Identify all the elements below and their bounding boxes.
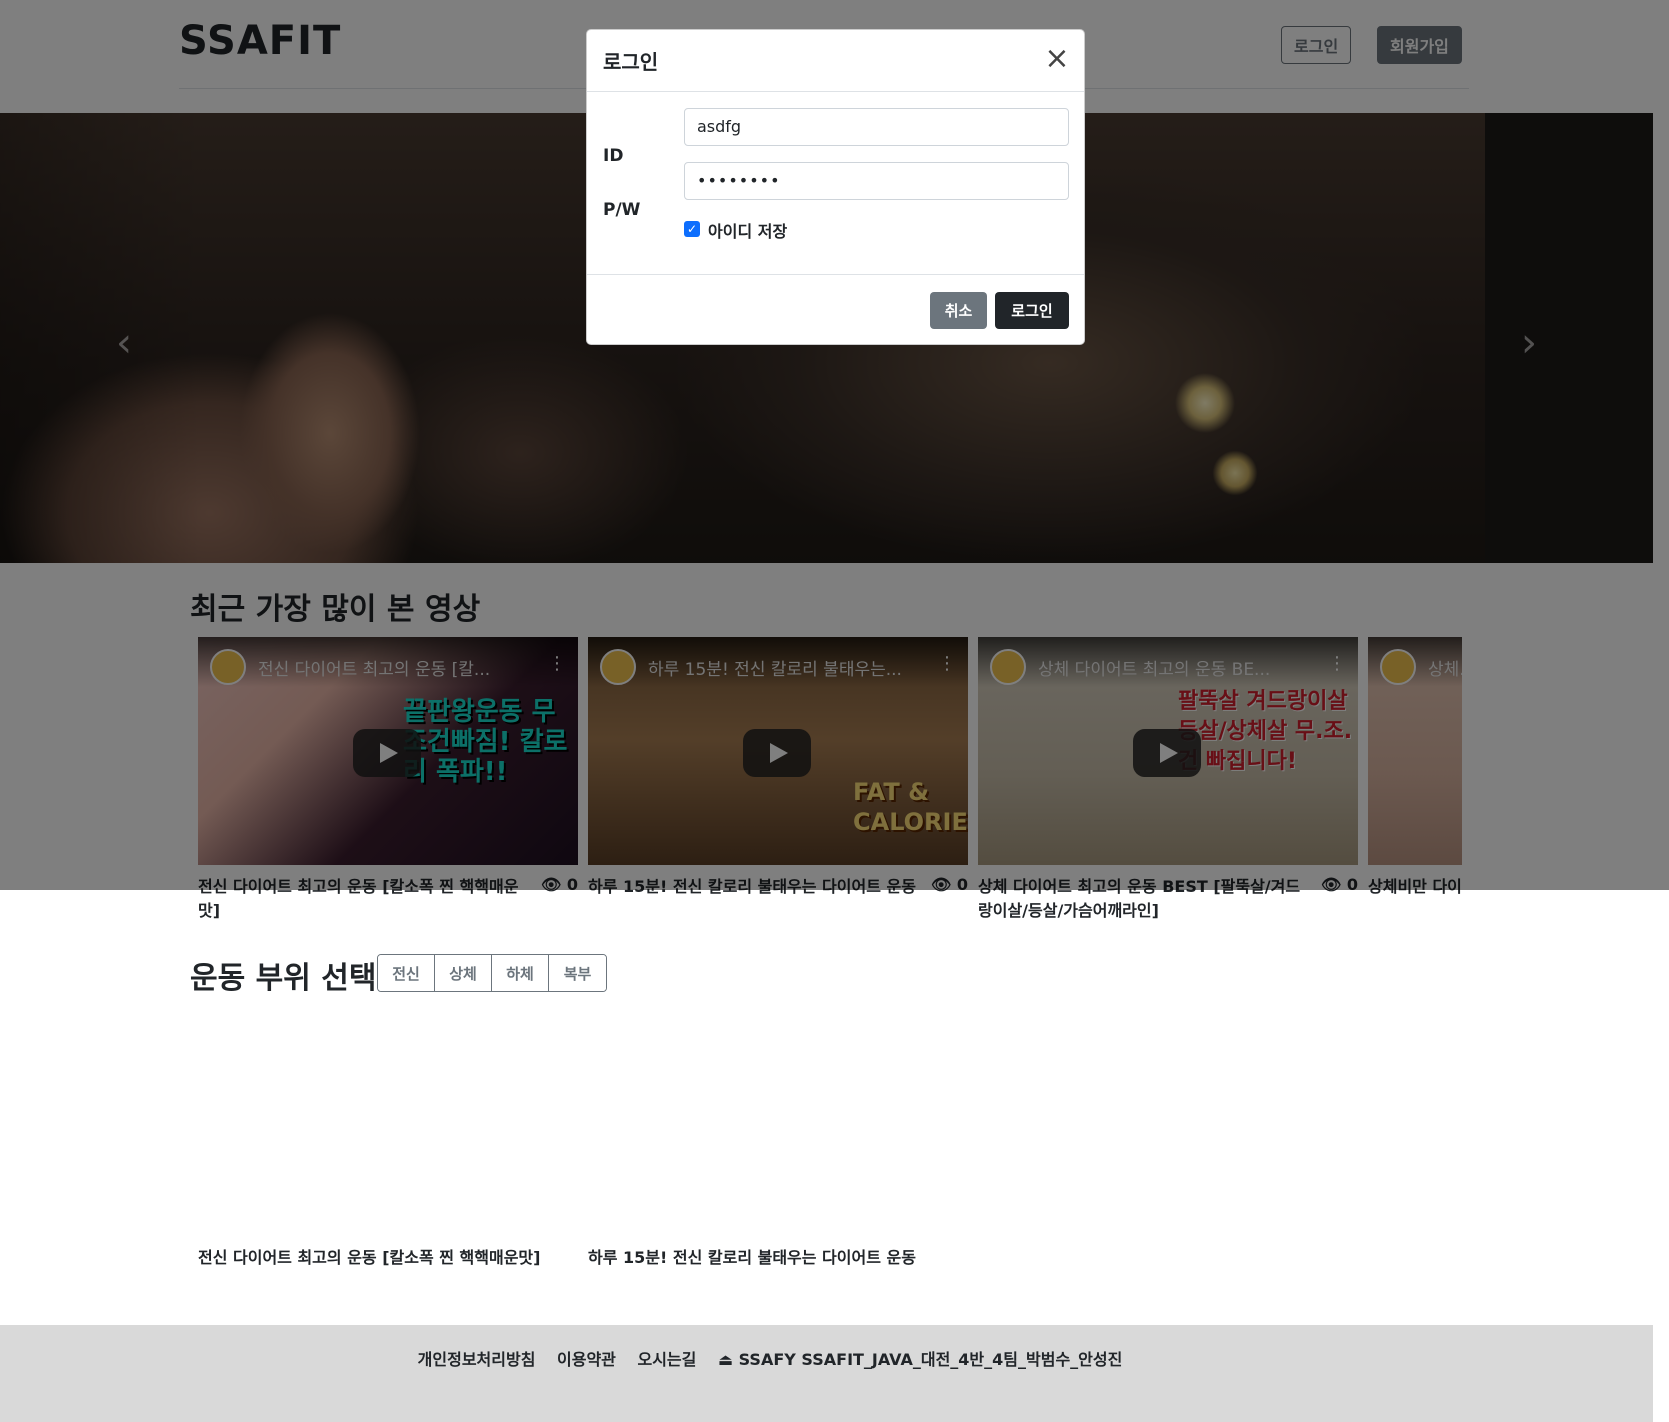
id-input[interactable]: asdfg xyxy=(684,108,1069,146)
part-button-lower-body[interactable]: 하체 xyxy=(492,955,549,991)
cancel-button[interactable]: 취소 xyxy=(930,292,987,329)
site-footer xyxy=(0,1325,1653,1422)
part-button-upper-body[interactable]: 상체 xyxy=(435,955,492,991)
password-input[interactable]: •••••••• xyxy=(684,162,1069,200)
footer-links: 개인정보처리방침 이용약관 오시는길 ⏏ SSAFY SSAFIT_JAVA_대… xyxy=(0,1346,1540,1370)
close-icon[interactable]: × xyxy=(1042,44,1072,74)
remember-id-label[interactable]: 아이디 저장 xyxy=(708,218,787,242)
id-label: ID xyxy=(603,146,624,166)
remember-id-checkbox[interactable]: ✓ xyxy=(684,221,700,237)
modal-title: 로그인 xyxy=(603,50,659,74)
login-modal: 로그인 × ID asdfg P/W •••••••• ✓ 아이디 저장 취소 … xyxy=(586,29,1085,345)
footer-link-privacy[interactable]: 개인정보처리방침 xyxy=(418,1350,536,1369)
footer-link-directions[interactable]: 오시는길 xyxy=(637,1350,696,1369)
login-submit-button[interactable]: 로그인 xyxy=(995,292,1069,329)
part-video-caption[interactable]: 전신 다이어트 최고의 운동 [칼소폭 찐 핵핵매운맛] xyxy=(198,1246,558,1270)
footer-link-terms[interactable]: 이용약관 xyxy=(557,1350,616,1369)
modal-header: 로그인 × xyxy=(587,30,1084,92)
pw-label: P/W xyxy=(603,200,641,220)
modal-footer: 취소 로그인 xyxy=(587,274,1084,346)
footer-credit: ⏏ SSAFY SSAFIT_JAVA_대전_4반_4팀_박범수_안성진 xyxy=(717,1350,1123,1369)
part-button-group: 전신 상체 하체 복부 xyxy=(377,954,607,992)
part-video-caption[interactable]: 하루 15분! 전신 칼로리 불태우는 다이어트 운동 xyxy=(588,1246,988,1270)
part-button-abs[interactable]: 복부 xyxy=(549,955,606,991)
parts-section-title: 운동 부위 선택 xyxy=(190,961,377,996)
part-button-full-body[interactable]: 전신 xyxy=(378,955,435,991)
